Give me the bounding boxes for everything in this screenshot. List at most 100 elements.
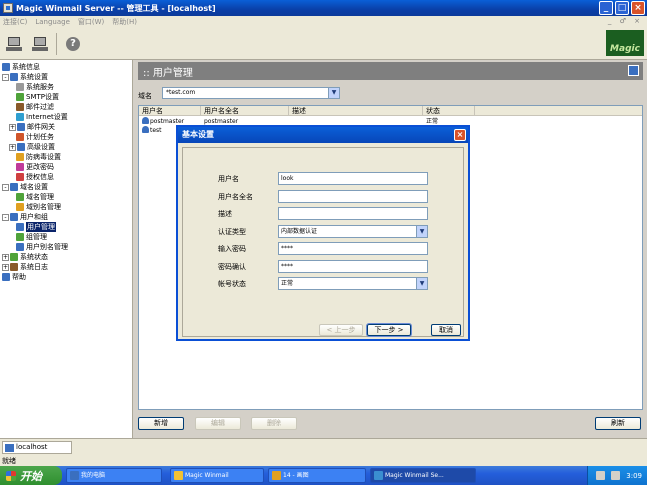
tree-item-label: 邮件网关 [27,123,55,131]
tree-item-label: 高级设置 [27,143,55,151]
field-input[interactable] [278,189,428,203]
dialog-body: < 上一步 下一步 > 取消 用户名 look 用户名全名 描述 认证类型 内部数据认证 ▼… [182,147,464,337]
expand-icon[interactable]: + [2,253,9,261]
expand-icon[interactable]: + [2,263,9,271]
chevron-down-icon[interactable]: ▼ [328,88,339,98]
taskbar-button[interactable]: Magic Winmail [170,468,264,483]
menu-help[interactable]: 帮助(H) [112,17,137,27]
tree-item[interactable]: 帮助 [2,272,26,282]
tree-node-icon [17,143,25,151]
tree-item[interactable]: - 系统设置 [2,72,48,82]
field-input[interactable]: **** [278,259,428,273]
field-label: 认证类型 [218,227,246,236]
start-button[interactable]: 开始 [0,466,62,485]
prev-button[interactable]: < 上一步 [319,324,363,336]
tree-node-icon [16,153,24,161]
help-icon: ? [66,36,80,51]
tree-item[interactable]: + 高级设置 [9,142,55,152]
expand-icon[interactable]: + [9,143,16,151]
tree-item[interactable]: + 系统状态 [2,252,48,262]
panel-options-icon[interactable] [628,65,639,76]
tree-item[interactable]: 授权信息 [16,172,54,182]
minimize-button[interactable]: _ [599,1,613,15]
tree-item[interactable]: 域别名管理 [16,202,61,212]
tray-icon[interactable] [596,471,606,480]
tree-node-icon [10,253,18,261]
tree-node-icon [10,213,18,221]
tree-node-icon [10,183,18,191]
col-fullname[interactable]: 用户名全名 [201,106,289,116]
clock[interactable]: 3:09 [626,472,642,480]
task-label: Magic Winmail [185,472,229,479]
col-description[interactable]: 描述 [289,106,423,116]
next-button[interactable]: 下一步 > [366,323,412,337]
menu-connect[interactable]: 连接(C) [3,17,27,27]
menu-bar: 连接(C) Language 窗口(W) 帮助(H) _ ♂ × [0,16,647,28]
tree-item[interactable]: 计划任务 [16,132,54,142]
tree-item[interactable]: 用户别名管理 [16,242,68,252]
tree-node-icon [2,63,10,71]
close-button[interactable]: × [631,1,645,15]
tree-item-label: 系统状态 [20,253,48,261]
tree-item[interactable]: - 用户和组 [2,212,48,222]
tree-item-label: 系统信息 [12,63,40,71]
disconnect-button[interactable] [30,33,50,55]
status-bar: localhost 就绪 [0,438,647,466]
tree-item[interactable]: 系统服务 [16,82,54,92]
collapse-icon[interactable]: - [2,73,9,81]
tree-item[interactable]: - 域名设置 [2,182,48,192]
field-label: 帐号状态 [218,280,246,288]
chevron-down-icon[interactable]: ▼ [416,225,427,237]
tree-item[interactable]: 域名管理 [16,192,54,202]
add-button[interactable]: 新增 [138,417,184,430]
menu-window[interactable]: 窗口(W) [78,17,104,27]
dialog-title: 基本设置 [182,130,214,139]
taskbar-button[interactable]: 14 - 画图 [268,468,366,483]
collapse-icon[interactable]: - [2,213,9,221]
dialog-close-button[interactable]: × [454,129,466,141]
tree-item[interactable]: + 系统日志 [2,262,48,272]
maximize-button[interactable]: □ [615,1,629,15]
refresh-button[interactable]: 刷新 [595,417,641,430]
expand-icon[interactable]: + [9,123,16,131]
window-controls: _ □ × [599,1,645,15]
field-select[interactable]: 正常 ▼ [278,277,428,290]
chevron-down-icon[interactable]: ▼ [416,278,427,289]
field-input[interactable]: **** [278,242,428,255]
start-label: 开始 [20,469,42,483]
menu-language[interactable]: Language [35,18,70,26]
taskbar-button[interactable]: Magic Winmail Se... [370,468,476,483]
tree-item[interactable]: 防病毒设置 [16,152,61,162]
edit-button[interactable]: 编辑 [195,417,241,430]
field-select[interactable]: 内部数据认证 ▼ [278,224,428,238]
delete-button[interactable]: 删除 [251,417,297,430]
list-header: 用户名 用户名全名 描述 状态 [139,106,642,116]
mdi-controls[interactable]: _ ♂ × [608,17,643,25]
tree-item-label: 系统服务 [26,83,54,91]
tree-item-label: 邮件过滤 [26,103,54,111]
tree-item[interactable]: Internet设置 [16,112,68,122]
tree-node-icon [16,103,24,111]
cancel-button[interactable]: 取消 [431,324,461,336]
tree-item[interactable]: 系统信息 [2,62,40,72]
tree-item[interactable]: 更改密码 [16,162,54,172]
tray-icon[interactable] [611,471,621,480]
domain-label: 域名 [138,92,152,100]
collapse-icon[interactable]: - [2,183,9,191]
connect-button[interactable] [4,33,24,55]
host-tab[interactable]: localhost [2,441,72,454]
tree-item[interactable]: 组管理 [16,232,47,242]
help-button[interactable]: ? [63,33,83,55]
dialog-titlebar[interactable]: 基本设置 × [178,127,468,143]
domain-select[interactable]: *test.com ▼ [162,87,340,99]
tree-item[interactable]: 邮件过滤 [16,102,54,112]
tree-item[interactable]: + 邮件网关 [9,122,55,132]
taskbar-button[interactable]: 我的电脑 [66,468,162,483]
col-username[interactable]: 用户名 [139,106,201,116]
col-status[interactable]: 状态 [423,106,475,116]
field-input[interactable]: look [278,172,428,185]
tree-item[interactable]: SMTP设置 [16,92,59,102]
field-input[interactable] [278,207,428,220]
window-titlebar[interactable]: Magic Winmail Server -- 管理工具 - [localhos… [0,0,647,16]
tree-item[interactable]: 用户管理 [16,222,56,232]
